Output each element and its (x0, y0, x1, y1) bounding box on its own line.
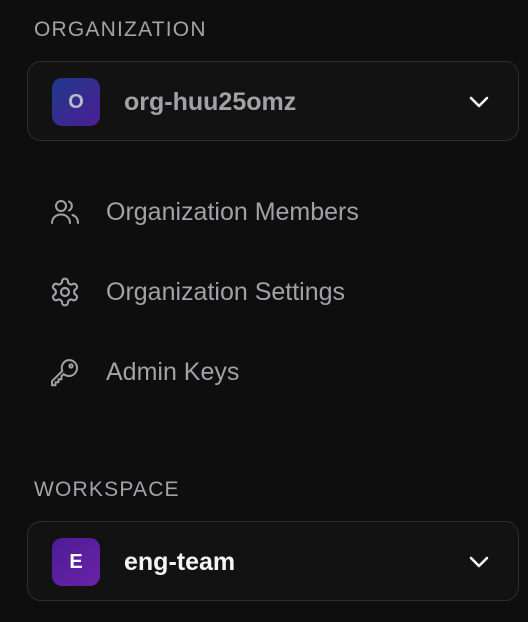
menu-item-label: Organization Members (106, 197, 359, 226)
organization-name: org-huu25omz (124, 88, 297, 116)
menu-item-organization-settings[interactable]: Organization Settings (48, 267, 508, 317)
workspace-selector[interactable]: E eng-team (27, 521, 519, 601)
menu-item-label: Organization Settings (106, 277, 346, 306)
organization-selector[interactable]: O org-huu25omz (27, 61, 519, 141)
organization-section-label: ORGANIZATION (34, 18, 207, 41)
organization-avatar: O (52, 78, 100, 126)
key-icon (48, 355, 82, 389)
menu-item-organization-members[interactable]: Organization Members (48, 187, 508, 237)
chevron-down-icon[interactable] (468, 92, 490, 112)
menu-item-label: Admin Keys (106, 357, 240, 386)
users-icon (48, 195, 82, 229)
workspace-avatar: E (52, 538, 100, 586)
menu-item-admin-keys[interactable]: Admin Keys (48, 347, 508, 397)
chevron-down-icon[interactable] (468, 552, 490, 572)
sidebar-panel: ORGANIZATION O org-huu25omz Organization… (0, 0, 528, 622)
workspace-name: eng-team (124, 548, 236, 576)
workspace-section-label: WORKSPACE (34, 478, 180, 501)
gear-icon (48, 275, 82, 309)
